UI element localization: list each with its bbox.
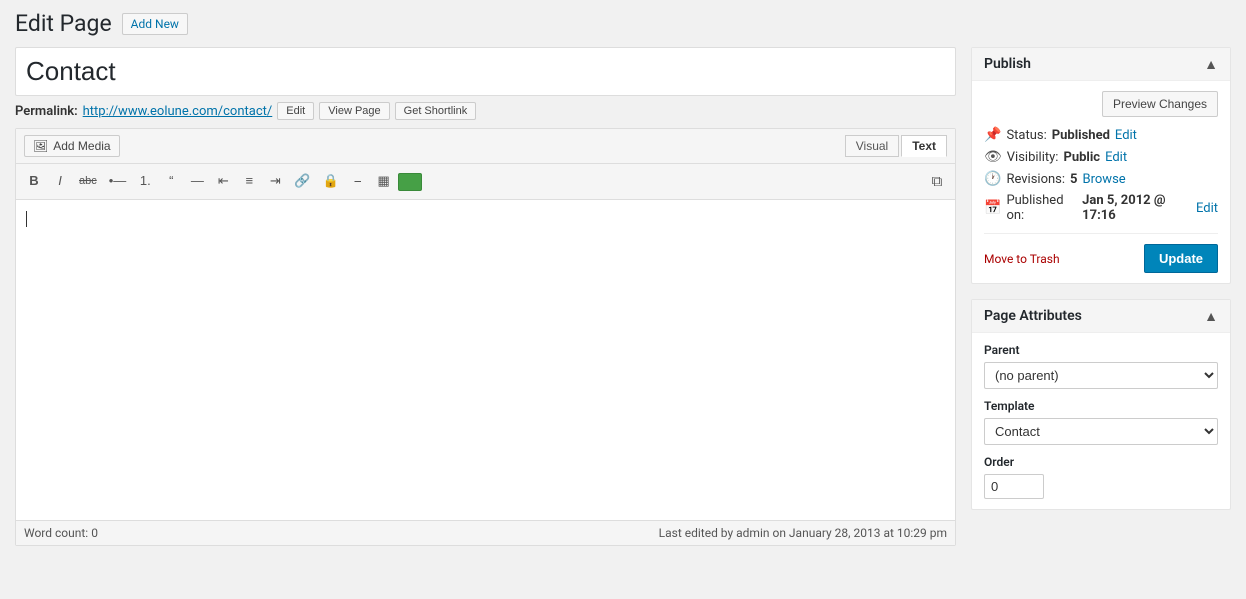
visibility-row: 👁 Visibility: Public Edit: [984, 149, 1218, 165]
revisions-browse-link[interactable]: Browse: [1083, 172, 1126, 187]
visibility-icon: 👁: [984, 149, 1002, 165]
blockquote-button[interactable]: “: [159, 169, 183, 193]
order-label: Order: [984, 455, 1218, 469]
status-value: Published: [1052, 128, 1110, 143]
status-edit-link[interactable]: Edit: [1115, 128, 1137, 143]
permalink-edit-button[interactable]: Edit: [277, 102, 314, 120]
editor-content[interactable]: [16, 200, 955, 520]
revisions-label: Revisions:: [1006, 172, 1065, 187]
visibility-label: Visibility:: [1007, 150, 1059, 165]
published-on-edit-link[interactable]: Edit: [1196, 201, 1218, 216]
strikethrough-button[interactable]: abc: [74, 171, 102, 192]
preview-changes-wrapper: Preview Changes: [984, 91, 1218, 117]
ul-button[interactable]: •—: [104, 169, 132, 193]
get-shortlink-button[interactable]: Get Shortlink: [395, 102, 477, 120]
parent-label: Parent: [984, 343, 1218, 357]
add-media-button[interactable]: 🖼 Add Media: [24, 135, 120, 157]
published-on-label: Published on:: [1006, 193, 1077, 223]
template-select[interactable]: ContactDefault Template: [984, 418, 1218, 445]
word-count-label: Word count:: [24, 526, 88, 540]
editor-top-bar: 🖼 Add Media Visual Text: [16, 129, 955, 164]
published-on-value: Jan 5, 2012 @ 17:16: [1082, 193, 1191, 223]
tab-visual[interactable]: Visual: [845, 135, 899, 157]
visibility-value: Public: [1063, 150, 1100, 165]
template-label: Template: [984, 399, 1218, 413]
align-right-button[interactable]: ⇥: [263, 169, 287, 193]
tab-text[interactable]: Text: [901, 135, 947, 157]
move-to-trash-link[interactable]: Move to Trash: [984, 252, 1060, 266]
preview-changes-button[interactable]: Preview Changes: [1102, 91, 1218, 117]
revisions-count: 5: [1070, 172, 1077, 187]
insert-button[interactable]: ⎯: [346, 169, 370, 193]
page-title-input[interactable]: [15, 47, 956, 96]
permalink-label: Permalink:: [15, 104, 78, 119]
view-page-button[interactable]: View Page: [319, 102, 389, 120]
permalink-url[interactable]: http://www.eolune.com/contact/: [83, 104, 273, 119]
unlink-button[interactable]: 🔒: [318, 169, 344, 193]
status-label: Status:: [1006, 128, 1046, 143]
published-on-row: 📅 Published on: Jan 5, 2012 @ 17:16 Edit: [984, 193, 1218, 223]
media-icon: 🖼: [33, 139, 48, 153]
fullscreen-button[interactable]: ⧉: [925, 168, 949, 195]
editor-footer: Word count: 0 Last edited by admin on Ja…: [16, 520, 955, 545]
ol-button[interactable]: 1.: [133, 169, 157, 193]
add-new-button[interactable]: Add New: [122, 13, 188, 35]
revisions-row: 🕐 Revisions: 5 Browse: [984, 171, 1218, 187]
permalink-row: Permalink: http://www.eolune.com/contact…: [15, 102, 956, 120]
page-attributes-body: Parent (no parent) Template ContactDefau…: [972, 333, 1230, 509]
revisions-icon: 🕐: [984, 171, 1001, 187]
publish-box-body: Preview Changes 📌 Status: Published Edit…: [972, 81, 1230, 283]
italic-button[interactable]: I: [48, 169, 72, 193]
parent-select[interactable]: (no parent): [984, 362, 1218, 389]
editor-toolbar: B I abc •— 1. “ — ⇤ ≡ ⇥ 🔗 🔒 ⎯ ▦ ⧉: [16, 164, 955, 200]
sidebar: Publish ▲ Preview Changes 📌 Status: Publ…: [971, 47, 1231, 525]
hr-button[interactable]: —: [185, 169, 209, 193]
status-icon: 📌: [984, 127, 1001, 143]
view-tabs: Visual Text: [845, 135, 947, 157]
add-media-label: Add Media: [53, 139, 110, 153]
publish-box: Publish ▲ Preview Changes 📌 Status: Publ…: [971, 47, 1231, 284]
publish-box-header: Publish ▲: [972, 48, 1230, 81]
align-left-button[interactable]: ⇤: [211, 169, 235, 193]
page-attributes-header: Page Attributes ▲: [972, 300, 1230, 333]
word-count-value: 0: [91, 526, 98, 540]
page-attributes-title: Page Attributes: [984, 308, 1082, 324]
update-button[interactable]: Update: [1144, 244, 1218, 273]
publish-box-title: Publish: [984, 56, 1031, 72]
visibility-edit-link[interactable]: Edit: [1105, 150, 1127, 165]
page-title: Edit Page: [15, 10, 112, 37]
editor-area: Permalink: http://www.eolune.com/contact…: [15, 47, 956, 546]
green-button[interactable]: [398, 173, 422, 191]
table-button[interactable]: ▦: [372, 169, 396, 193]
bold-button[interactable]: B: [22, 169, 46, 193]
attributes-collapse-button[interactable]: ▲: [1204, 308, 1218, 324]
link-button[interactable]: 🔗: [289, 169, 315, 193]
published-icon: 📅: [984, 200, 1001, 216]
status-row: 📌 Status: Published Edit: [984, 127, 1218, 143]
publish-collapse-button[interactable]: ▲: [1204, 56, 1218, 72]
page-attributes-box: Page Attributes ▲ Parent (no parent) Tem…: [971, 299, 1231, 510]
align-center-button[interactable]: ≡: [237, 169, 261, 193]
word-count: Word count: 0: [24, 526, 98, 540]
last-edited: Last edited by admin on January 28, 2013…: [659, 526, 947, 540]
editor-box: 🖼 Add Media Visual Text B I abc •— 1. “: [15, 128, 956, 546]
order-input[interactable]: [984, 474, 1044, 499]
publish-actions: Move to Trash Update: [984, 233, 1218, 273]
